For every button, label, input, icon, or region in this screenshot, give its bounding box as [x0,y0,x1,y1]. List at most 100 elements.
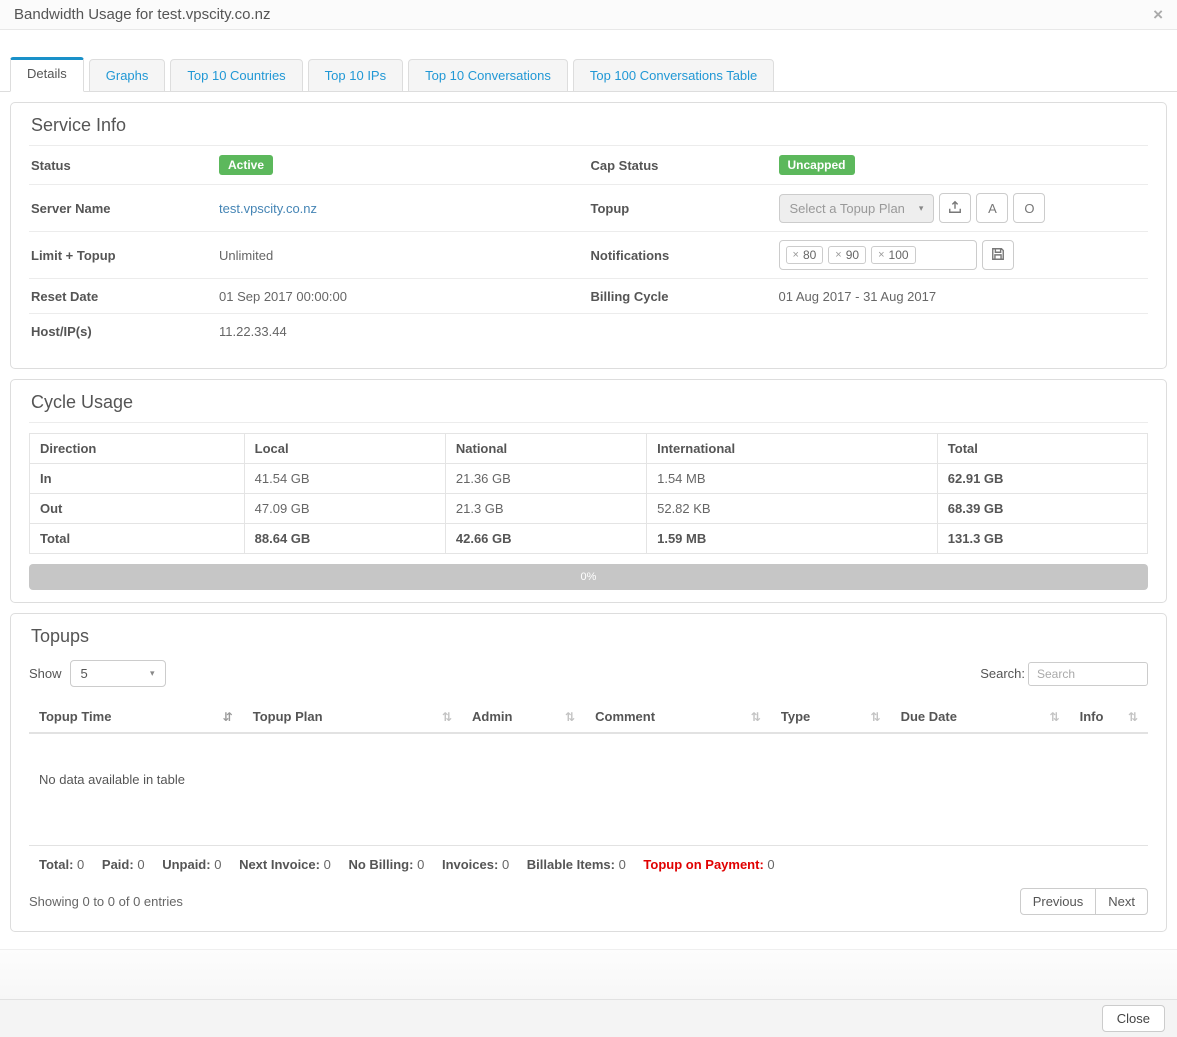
service-info-panel: Service Info Status Active Cap Status Un… [10,102,1167,369]
sort-icon[interactable]: ⇅ [1128,710,1138,724]
billing-cycle-value: 01 Aug 2017 - 31 Aug 2017 [779,289,937,304]
remove-tag-icon[interactable]: × [878,249,884,261]
sort-icon[interactable]: ⇅ [442,710,452,724]
notifications-label: Notifications [591,248,779,263]
summary-invoices: Invoices: 0 [442,857,509,872]
topup-label: Topup [591,201,779,216]
topups-table: Topup Time⇵ Topup Plan⇅ Admin⇅ Comment⇅ … [29,701,1148,734]
notification-tag-value: 80 [803,248,816,262]
topups-controls: Show 5 ▾ Search: [29,660,1148,687]
sort-icon[interactable]: ⇅ [1050,710,1060,724]
table-cell: In [30,464,245,494]
server-name-link[interactable]: test.vpscity.co.nz [219,201,317,216]
previous-button[interactable]: Previous [1020,888,1097,915]
usage-header-row: Direction Local National International T… [30,434,1148,464]
tab-top10-conversations[interactable]: Top 10 Conversations [408,59,568,92]
upload-icon [948,200,962,217]
chevron-down-icon: ▾ [150,668,155,679]
close-icon[interactable]: × [1153,6,1163,23]
topup-o-button[interactable]: O [1013,193,1045,223]
tab-top10-countries[interactable]: Top 10 Countries [170,59,302,92]
sort-icon[interactable]: ⇅ [565,710,575,724]
col-info[interactable]: Info⇅ [1070,701,1148,733]
cycle-usage-table: Direction Local National International T… [29,433,1148,554]
topup-a-button[interactable]: A [976,193,1008,223]
notifications-tag-input[interactable]: × 80 × 90 × 100 [779,240,977,270]
summary-unpaid: Unpaid: 0 [162,857,221,872]
server-name-label: Server Name [31,201,219,216]
usage-progress-bar: 0% [29,564,1148,590]
col-topup-time[interactable]: Topup Time⇵ [29,701,243,733]
topups-header-row: Topup Time⇵ Topup Plan⇅ Admin⇅ Comment⇅ … [29,701,1148,733]
summary-paid: Paid: 0 [102,857,145,872]
search-input[interactable] [1028,662,1148,686]
row-status: Status Active Cap Status Uncapped [29,146,1148,185]
topups-panel: Topups Show 5 ▾ Search: Topup Time⇵ Topu… [10,613,1167,932]
summary-billable-items: Billable Items: 0 [527,857,626,872]
remove-tag-icon[interactable]: × [793,249,799,261]
table-cell: Out [30,494,245,524]
row-reset-billing: Reset Date 01 Sep 2017 00:00:00 Billing … [29,279,1148,314]
reset-date-cell: Reset Date 01 Sep 2017 00:00:00 [29,279,589,313]
sort-desc-icon[interactable]: ⇵ [223,710,233,724]
service-info-title: Service Info [29,113,1148,146]
usage-progress-label: 0% [581,571,597,583]
col-direction: Direction [30,434,245,464]
modal-footer: Close [0,999,1177,1037]
table-cell: 42.66 GB [445,524,646,554]
table-cell: 88.64 GB [244,524,445,554]
col-due-date[interactable]: Due Date⇅ [891,701,1070,733]
summary-no-billing: No Billing: 0 [348,857,424,872]
chevron-down-icon: ▾ [919,203,924,214]
topup-plan-select-value: Select a Topup Plan [790,201,905,216]
status-cell: Status Active [29,146,589,184]
tab-top100-conversations-table[interactable]: Top 100 Conversations Table [573,59,774,92]
tab-details[interactable]: Details [10,57,84,92]
table-row-in: In 41.54 GB 21.36 GB 1.54 MB 62.91 GB [30,464,1148,494]
table-cell: 1.54 MB [647,464,938,494]
topups-summary: Total: 0 Paid: 0 Unpaid: 0 Next Invoice:… [29,845,1148,874]
col-local: Local [244,434,445,464]
table-cell: 1.59 MB [647,524,938,554]
search-label: Search: [980,666,1025,681]
notifications-cell: Notifications × 80 × 90 × 100 [589,232,1149,278]
topup-plan-select[interactable]: Select a Topup Plan ▾ [779,194,935,223]
save-notifications-button[interactable] [982,240,1014,270]
host-cell-spacer [589,314,1149,348]
summary-total: Total: 0 [39,857,84,872]
notification-tag: × 90 [828,246,866,264]
table-row-out: Out 47.09 GB 21.3 GB 52.82 KB 68.39 GB [30,494,1148,524]
show-entries-select[interactable]: 5 ▾ [70,660,166,687]
tab-graphs[interactable]: Graphs [89,59,166,92]
table-cell: Total [30,524,245,554]
col-international: International [647,434,938,464]
search-group: Search: [980,662,1148,686]
next-button[interactable]: Next [1095,888,1148,915]
cap-status-badge: Uncapped [779,155,855,175]
col-topup-plan[interactable]: Topup Plan⇅ [243,701,462,733]
showing-entries-text: Showing 0 to 0 of 0 entries [29,894,183,909]
col-admin[interactable]: Admin⇅ [462,701,585,733]
show-entries-value: 5 [81,666,88,681]
col-type[interactable]: Type⇅ [771,701,891,733]
col-comment[interactable]: Comment⇅ [585,701,771,733]
row-server-topup: Server Name test.vpscity.co.nz Topup Sel… [29,185,1148,232]
cycle-usage-panel: Cycle Usage Direction Local National Int… [10,379,1167,603]
modal-header: Bandwidth Usage for test.vpscity.co.nz × [0,0,1177,30]
remove-tag-icon[interactable]: × [835,249,841,261]
billing-cycle-label: Billing Cycle [591,289,779,304]
modal-body-spacer [0,949,1177,999]
sort-icon[interactable]: ⇅ [871,710,881,724]
notification-tag-value: 100 [889,248,909,262]
topup-cell: Topup Select a Topup Plan ▾ A O [589,185,1149,231]
table-cell: 131.3 GB [937,524,1147,554]
table-cell: 62.91 GB [937,464,1147,494]
floppy-disk-icon [991,247,1005,264]
close-button[interactable]: Close [1102,1005,1165,1032]
empty-table-message: No data available in table [29,734,1148,845]
topup-upload-button[interactable] [939,193,971,223]
sort-icon[interactable]: ⇅ [751,710,761,724]
tab-top10-ips[interactable]: Top 10 IPs [308,59,403,92]
notification-tag-value: 90 [846,248,859,262]
reset-date-label: Reset Date [31,289,219,304]
